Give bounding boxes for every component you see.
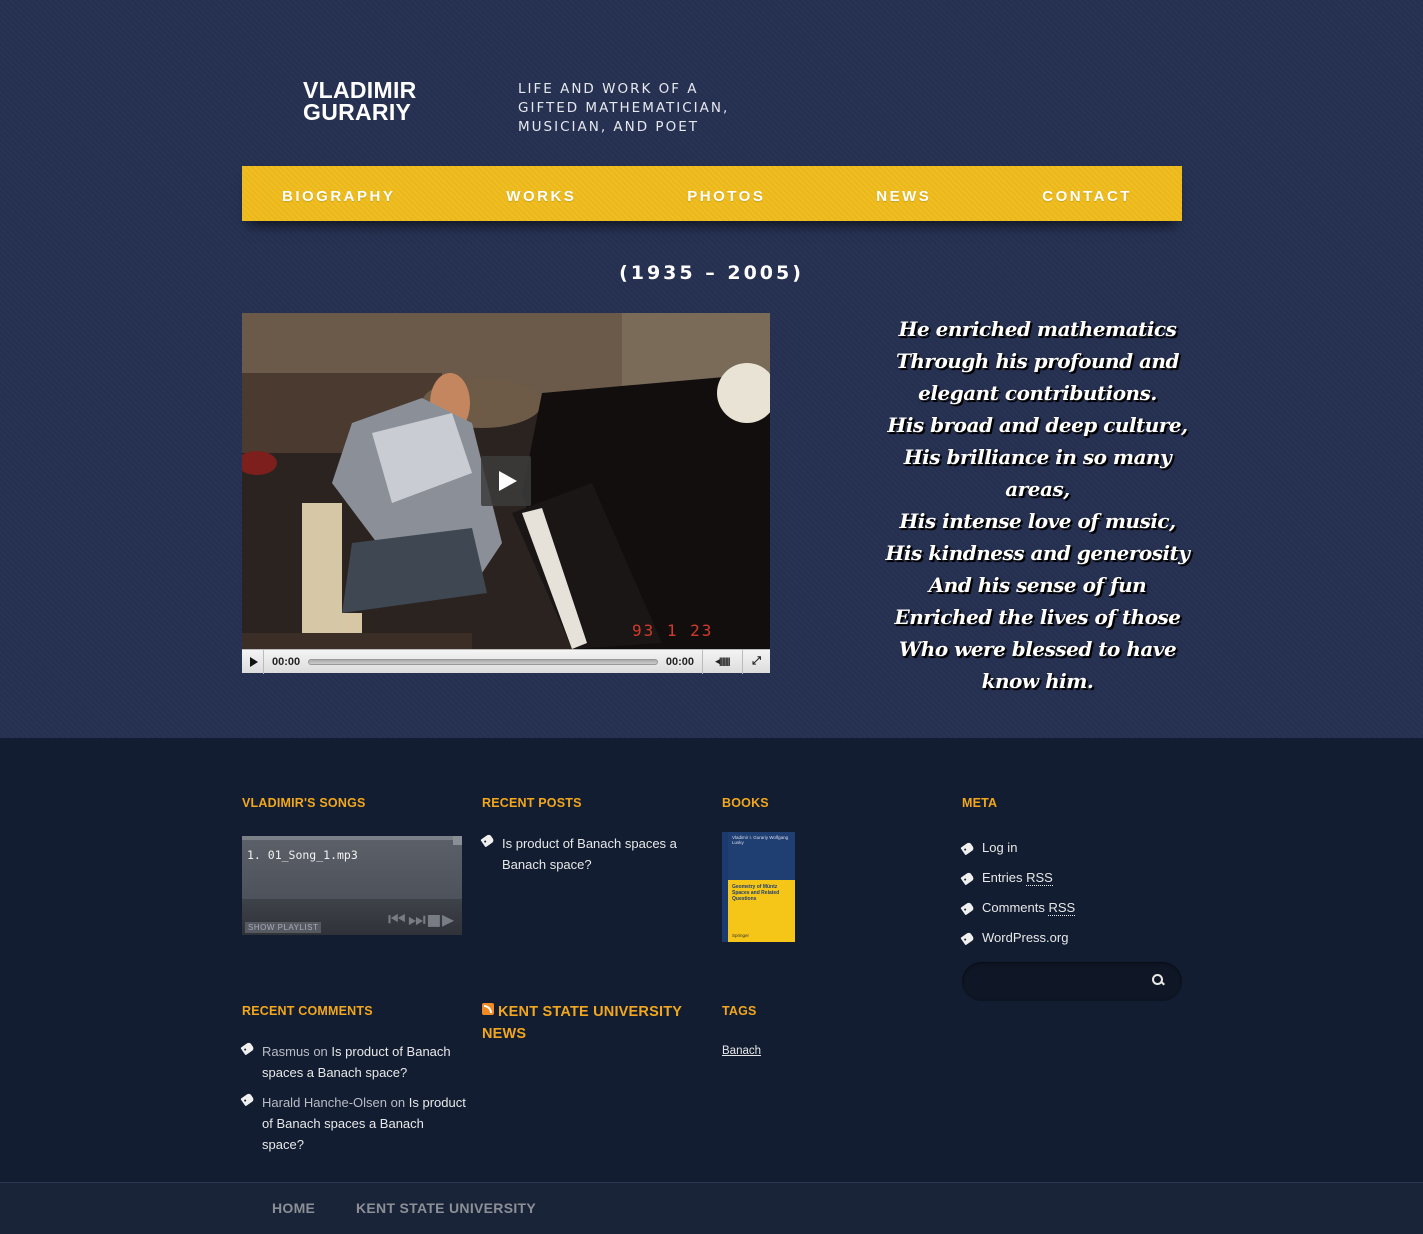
- site-title[interactable]: VLADIMIR GURARIY: [303, 79, 463, 124]
- tag-icon: [240, 1092, 255, 1107]
- comment-author: Harald Hanche-Olsen: [262, 1095, 388, 1110]
- tag-icon: [960, 931, 975, 946]
- kent-news-title-line1: KENT STATE UNIVERSITY: [482, 1001, 682, 1023]
- list-item: Is product of Banach spaces a Banach spa…: [480, 833, 682, 875]
- video-player[interactable]: 93 1 23 00:00 00:00 ◂||||||| ⤢: [242, 313, 770, 674]
- video-play-overlay-button[interactable]: [481, 456, 531, 506]
- list-item: Harald Hanche-Olsen on Is product of Ban…: [240, 1092, 467, 1155]
- books-title: BOOKS: [722, 796, 769, 810]
- video-duration: 00:00: [665, 655, 694, 668]
- tag-icon: [240, 1041, 255, 1056]
- recent-comments-title: RECENT COMMENTS: [242, 1004, 373, 1018]
- video-controls: 00:00 00:00 ◂||||||| ⤢: [242, 649, 770, 674]
- kent-news-title[interactable]: KENT STATE UNIVERSITY NEWS: [482, 1001, 682, 1045]
- list-item: Comments RSS: [960, 893, 1162, 923]
- poem-line: Enriched the lives of those: [894, 605, 1181, 629]
- tag-icon: [960, 841, 975, 856]
- rss-icon[interactable]: [482, 1003, 494, 1015]
- meta-list: Log in Entries RSS Comments RSS WordPres…: [960, 833, 1162, 953]
- recent-post-link[interactable]: Is product of Banach spaces a Banach spa…: [502, 836, 677, 872]
- search-icon[interactable]: [1152, 974, 1163, 985]
- recent-posts-title: RECENT POSTS: [482, 796, 582, 810]
- poem-line: elegant contributions.: [918, 381, 1157, 405]
- recent-posts-list: Is product of Banach spaces a Banach spa…: [480, 833, 682, 875]
- songs-widget-title: VLADIMIR'S SONGS: [242, 796, 366, 810]
- meta-title: META: [962, 796, 998, 810]
- nav-photos[interactable]: PHOTOS: [687, 182, 765, 205]
- poem-line: His brilliance in so many areas,: [903, 445, 1172, 501]
- entries-rss-link[interactable]: Entries RSS: [982, 870, 1053, 886]
- list-item: Rasmus on Is product of Banach spaces a …: [240, 1041, 467, 1083]
- video-progress-bar[interactable]: [308, 658, 658, 665]
- playlist-track[interactable]: 1. 01_Song_1.mp3: [247, 848, 358, 862]
- rss-abbr: RSS: [1048, 900, 1076, 916]
- site-tagline: LIFE AND WORK OF A GIFTED MATHEMATICIAN,…: [518, 80, 758, 137]
- site-title-line1[interactable]: VLADIMIR: [303, 79, 463, 102]
- main-nav: BIOGRAPHY WORKS PHOTOS NEWS CONTACT: [242, 166, 1182, 221]
- bottom-nav-home[interactable]: HOME: [272, 1200, 315, 1216]
- tag-icon: [960, 901, 975, 916]
- video-poster[interactable]: 93 1 23: [242, 313, 770, 649]
- recent-comments-list: Rasmus on Is product of Banach spaces a …: [240, 1041, 467, 1155]
- stop-icon[interactable]: ■: [428, 907, 442, 931]
- tag-icon: [960, 871, 975, 886]
- site-title-line2[interactable]: GURARIY: [303, 101, 463, 124]
- rss-abbr: RSS: [1026, 870, 1053, 886]
- bottom-nav: HOME KENT STATE UNIVERSITY: [0, 1182, 1423, 1234]
- player-buttons: ⏮⏭■▶: [388, 907, 456, 931]
- list-item: Entries RSS: [960, 863, 1162, 893]
- fullscreen-icon[interactable]: ⤢: [742, 649, 770, 674]
- nav-biography[interactable]: BIOGRAPHY: [282, 182, 395, 205]
- list-item: WordPress.org: [960, 923, 1162, 953]
- kent-news-title-text1[interactable]: KENT STATE UNIVERSITY: [498, 1004, 682, 1020]
- login-link[interactable]: Log in: [982, 840, 1017, 855]
- comment-on: on: [390, 1095, 406, 1110]
- next-icon[interactable]: ⏭: [408, 907, 428, 931]
- comments-rss-link[interactable]: Comments RSS: [982, 900, 1076, 916]
- tag-icon: [480, 833, 495, 848]
- poem-line: His kindness and generosity: [885, 541, 1190, 565]
- tagline-line2: GIFTED MATHEMATICIAN,: [518, 100, 730, 116]
- player-resize-handle[interactable]: [453, 836, 462, 845]
- wordpress-link[interactable]: WordPress.org: [982, 930, 1068, 945]
- video-date-stamp: 93 1 23: [632, 621, 714, 640]
- show-playlist-button[interactable]: SHOW PLAYLIST: [245, 922, 322, 933]
- bottom-nav-kent-state[interactable]: KENT STATE UNIVERSITY: [356, 1200, 536, 1216]
- poem-line: Through his profound and: [895, 349, 1180, 373]
- player-control-bar: SHOW PLAYLIST ⏮⏭■▶: [242, 899, 462, 935]
- video-play-button[interactable]: [242, 649, 264, 674]
- play-icon[interactable]: ▶: [442, 907, 456, 931]
- tags-title: TAGS: [722, 1004, 757, 1018]
- life-years: (1935 – 2005): [619, 262, 804, 284]
- poem-line: Who were blessed to have: [898, 637, 1177, 661]
- nav-news[interactable]: NEWS: [876, 182, 931, 205]
- poem: He enriched mathematics Through his prof…: [880, 313, 1195, 697]
- book-publisher: Springer: [732, 933, 750, 938]
- footer-widgets: [0, 738, 1423, 1182]
- poem-line: His broad and deep culture,: [887, 413, 1188, 437]
- book-title: Geometry of Müntz Spaces and Related Que…: [732, 884, 780, 902]
- previous-icon[interactable]: ⏮: [388, 907, 408, 931]
- comment-author: Rasmus: [262, 1044, 310, 1059]
- video-current-time: 00:00: [272, 655, 301, 668]
- list-item: Log in: [960, 833, 1162, 863]
- tagline-line3: MUSICIAN, AND POET: [518, 119, 699, 135]
- comment-on: on: [313, 1044, 328, 1059]
- poem-line: His intense love of music,: [899, 509, 1176, 533]
- nav-works[interactable]: WORKS: [506, 182, 576, 205]
- search-input[interactable]: [962, 962, 1182, 1001]
- tagline-line1: LIFE AND WORK OF A: [518, 81, 699, 97]
- book-authors: Vladimir I. Gurariy Wolfgang Lusky: [728, 832, 795, 880]
- volume-icon[interactable]: ◂|||||||: [702, 649, 742, 674]
- poem-line: know him.: [981, 669, 1094, 693]
- tag-banach[interactable]: Banach: [722, 1045, 761, 1057]
- audio-playlist-player[interactable]: 1. 01_Song_1.mp3 SHOW PLAYLIST ⏮⏭■▶: [242, 836, 462, 935]
- poem-line: And his sense of fun: [928, 573, 1147, 597]
- book-cover[interactable]: Vladimir I. Gurariy Wolfgang Lusky Geome…: [722, 832, 795, 942]
- entries-rss-label: Entries: [982, 870, 1023, 885]
- comments-rss-label: Comments: [982, 900, 1045, 915]
- nav-contact[interactable]: CONTACT: [1042, 182, 1132, 205]
- poem-line: He enriched mathematics: [898, 317, 1177, 341]
- kent-news-title-line2[interactable]: NEWS: [482, 1023, 682, 1045]
